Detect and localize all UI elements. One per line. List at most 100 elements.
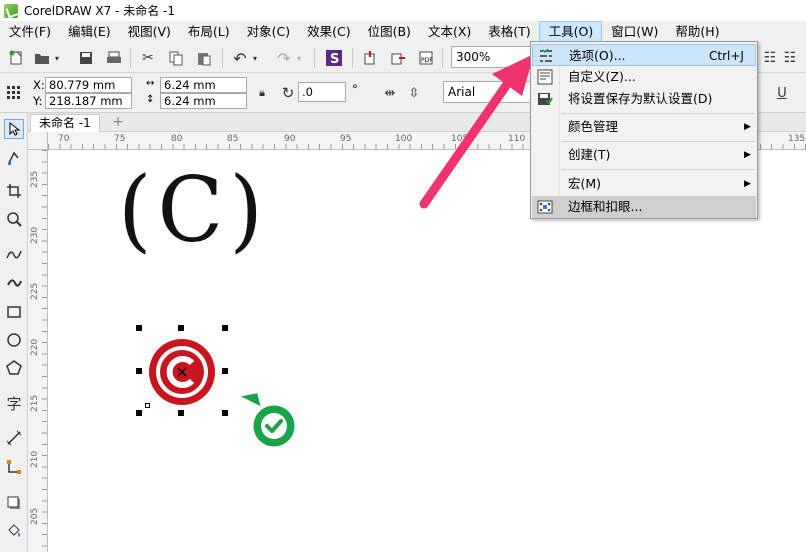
height-field[interactable]: 6.24 mm — [160, 93, 247, 109]
menu-window[interactable]: 窗口(W) — [602, 21, 666, 43]
drop-shadow-tool-icon[interactable] — [4, 493, 24, 513]
shape-tool-icon[interactable] — [4, 148, 24, 168]
open-dropdown-chevron-down-icon[interactable]: ▾ — [52, 48, 62, 68]
submenu-arrow-icon: ▶ — [744, 122, 751, 132]
rectangle-tool-icon[interactable] — [4, 302, 24, 322]
text-tool-icon[interactable]: 字 — [4, 393, 24, 413]
height-arrow-icon: ↕ — [146, 94, 155, 105]
copy-icon[interactable] — [166, 48, 186, 68]
selection-handle[interactable] — [222, 368, 228, 374]
toolbox: 字 — [0, 113, 28, 552]
ruler-ticks — [42, 150, 47, 552]
menu-item-color-management[interactable]: 颜色管理 ▶ — [532, 116, 756, 138]
search-content-icon[interactable]: S — [324, 48, 344, 68]
selection-handle[interactable] — [222, 410, 228, 416]
ruler-label: 220 — [30, 338, 40, 356]
menu-layout[interactable]: 布局(L) — [179, 21, 238, 43]
ruler-label: 95 — [340, 134, 352, 144]
zoom-tool-icon[interactable] — [4, 209, 24, 229]
ruler-origin-corner[interactable] — [28, 132, 48, 150]
vertical-ruler[interactable]: 235 230 225 220 215 210 205 — [28, 150, 48, 552]
selection-handle[interactable] — [136, 368, 142, 374]
menu-object[interactable]: 对象(C) — [238, 21, 298, 43]
rotation-angle-field[interactable]: .0 — [298, 82, 346, 102]
ruler-label: 85 — [227, 134, 239, 144]
export-icon[interactable] — [388, 48, 408, 68]
import-icon[interactable] — [360, 48, 380, 68]
menu-item-create[interactable]: 创建(T) ▶ — [532, 144, 756, 166]
mirror-horizontal-icon[interactable]: ⇹ — [380, 83, 400, 103]
options-icon — [540, 48, 552, 62]
cut-icon[interactable]: ✂ — [138, 48, 158, 68]
menu-item-label: 自定义(Z)... — [568, 69, 636, 84]
submenu-arrow-icon: ▶ — [744, 179, 751, 189]
ruler-label: 230 — [30, 226, 40, 244]
title-bar: CorelDRAW X7 - 未命名 -1 — [0, 0, 806, 21]
ruler-label: 90 — [284, 134, 296, 144]
menu-bar: 文件(F) 编辑(E) 视图(V) 布局(L) 对象(C) 效果(C) 位图(B… — [0, 21, 806, 43]
submenu-arrow-icon: ▶ — [744, 150, 751, 160]
options-icon[interactable]: ☷ — [780, 48, 800, 68]
save-icon[interactable] — [76, 48, 96, 68]
parallel-dimension-tool-icon[interactable] — [4, 428, 24, 448]
connector-tool-icon[interactable] — [4, 457, 24, 477]
coreldraw-logo-icon — [4, 3, 18, 18]
rotate-icon[interactable]: ↻ — [278, 83, 298, 103]
save-settings-icon — [538, 93, 553, 105]
border-grommet-icon — [537, 200, 553, 214]
menu-effects[interactable]: 效果(C) — [298, 21, 358, 43]
menu-help[interactable]: 帮助(H) — [666, 21, 727, 43]
y-position-field[interactable]: 218.187 mm — [45, 93, 132, 109]
selection-handle[interactable] — [136, 325, 142, 331]
x-position-label: X: — [33, 78, 45, 92]
ruler-label: 75 — [114, 134, 126, 144]
paste-icon[interactable] — [194, 48, 214, 68]
underline-icon[interactable]: U — [772, 83, 792, 103]
pick-tool-icon[interactable] — [4, 119, 24, 139]
menu-item-label: 宏(M) — [568, 176, 602, 191]
document-tab[interactable]: 未命名 -1 — [30, 114, 100, 132]
options-icon[interactable]: ☷ — [760, 48, 780, 68]
toolbar-separator — [130, 48, 131, 68]
width-field[interactable]: 6.24 mm — [160, 77, 247, 93]
selection-anchor[interactable] — [145, 403, 150, 408]
x-position-field[interactable]: 80.779 mm — [45, 77, 132, 93]
menu-separator — [561, 113, 755, 114]
open-folder-icon[interactable] — [32, 48, 52, 68]
ruler-label: 235 — [30, 170, 40, 188]
undo-chevron-down-icon[interactable]: ▾ — [250, 48, 260, 68]
menu-item-border-and-grommet[interactable]: 边框和扣眼... — [532, 196, 756, 218]
selection-center-x-icon — [177, 367, 187, 377]
new-tab-plus-icon[interactable]: + — [110, 113, 126, 131]
freehand-tool-icon[interactable] — [4, 244, 24, 264]
selection-handle[interactable] — [222, 325, 228, 331]
ellipse-tool-icon[interactable] — [4, 330, 24, 350]
toolbar-separator — [314, 48, 315, 68]
artistic-media-tool-icon[interactable] — [4, 273, 24, 293]
tools-dropdown-menu: 选项(O)... Ctrl+J 自定义(Z)... 将设置保存为默认设置(D) … — [530, 41, 758, 219]
menu-item-options[interactable]: 选项(O)... Ctrl+J — [532, 44, 756, 66]
menu-view[interactable]: 视图(V) — [119, 21, 179, 43]
print-icon[interactable] — [104, 48, 124, 68]
lock-ratio-icon[interactable]: 🔒︎ — [252, 83, 272, 103]
ruler-label: 225 — [30, 282, 40, 300]
selection-handle[interactable] — [136, 410, 142, 416]
fill-tool-icon[interactable] — [4, 521, 24, 541]
menu-file[interactable]: 文件(F) — [0, 21, 59, 43]
menu-item-save-settings-default[interactable]: 将设置保存为默认设置(D) — [532, 88, 756, 110]
selection-handle[interactable] — [178, 410, 184, 416]
selection-handle[interactable] — [178, 325, 184, 331]
menu-item-shortcut: Ctrl+J — [709, 49, 744, 63]
redo-chevron-down-icon[interactable]: ▾ — [294, 48, 304, 68]
object-origin-grid-icon[interactable] — [4, 83, 24, 103]
menu-item-customize[interactable]: 自定义(Z)... — [532, 66, 756, 88]
text-object-c-in-parentheses[interactable]: (C) — [118, 158, 269, 263]
new-document-icon[interactable] — [6, 48, 26, 68]
redo-icon[interactable]: ↷ — [274, 48, 294, 68]
polygon-tool-icon[interactable] — [4, 358, 24, 378]
menu-item-macros[interactable]: 宏(M) ▶ — [532, 173, 756, 195]
crop-tool-icon[interactable] — [4, 181, 24, 201]
menu-item-label: 边框和扣眼... — [568, 199, 643, 214]
undo-icon[interactable]: ↶ — [230, 48, 250, 68]
menu-edit[interactable]: 编辑(E) — [59, 21, 119, 43]
